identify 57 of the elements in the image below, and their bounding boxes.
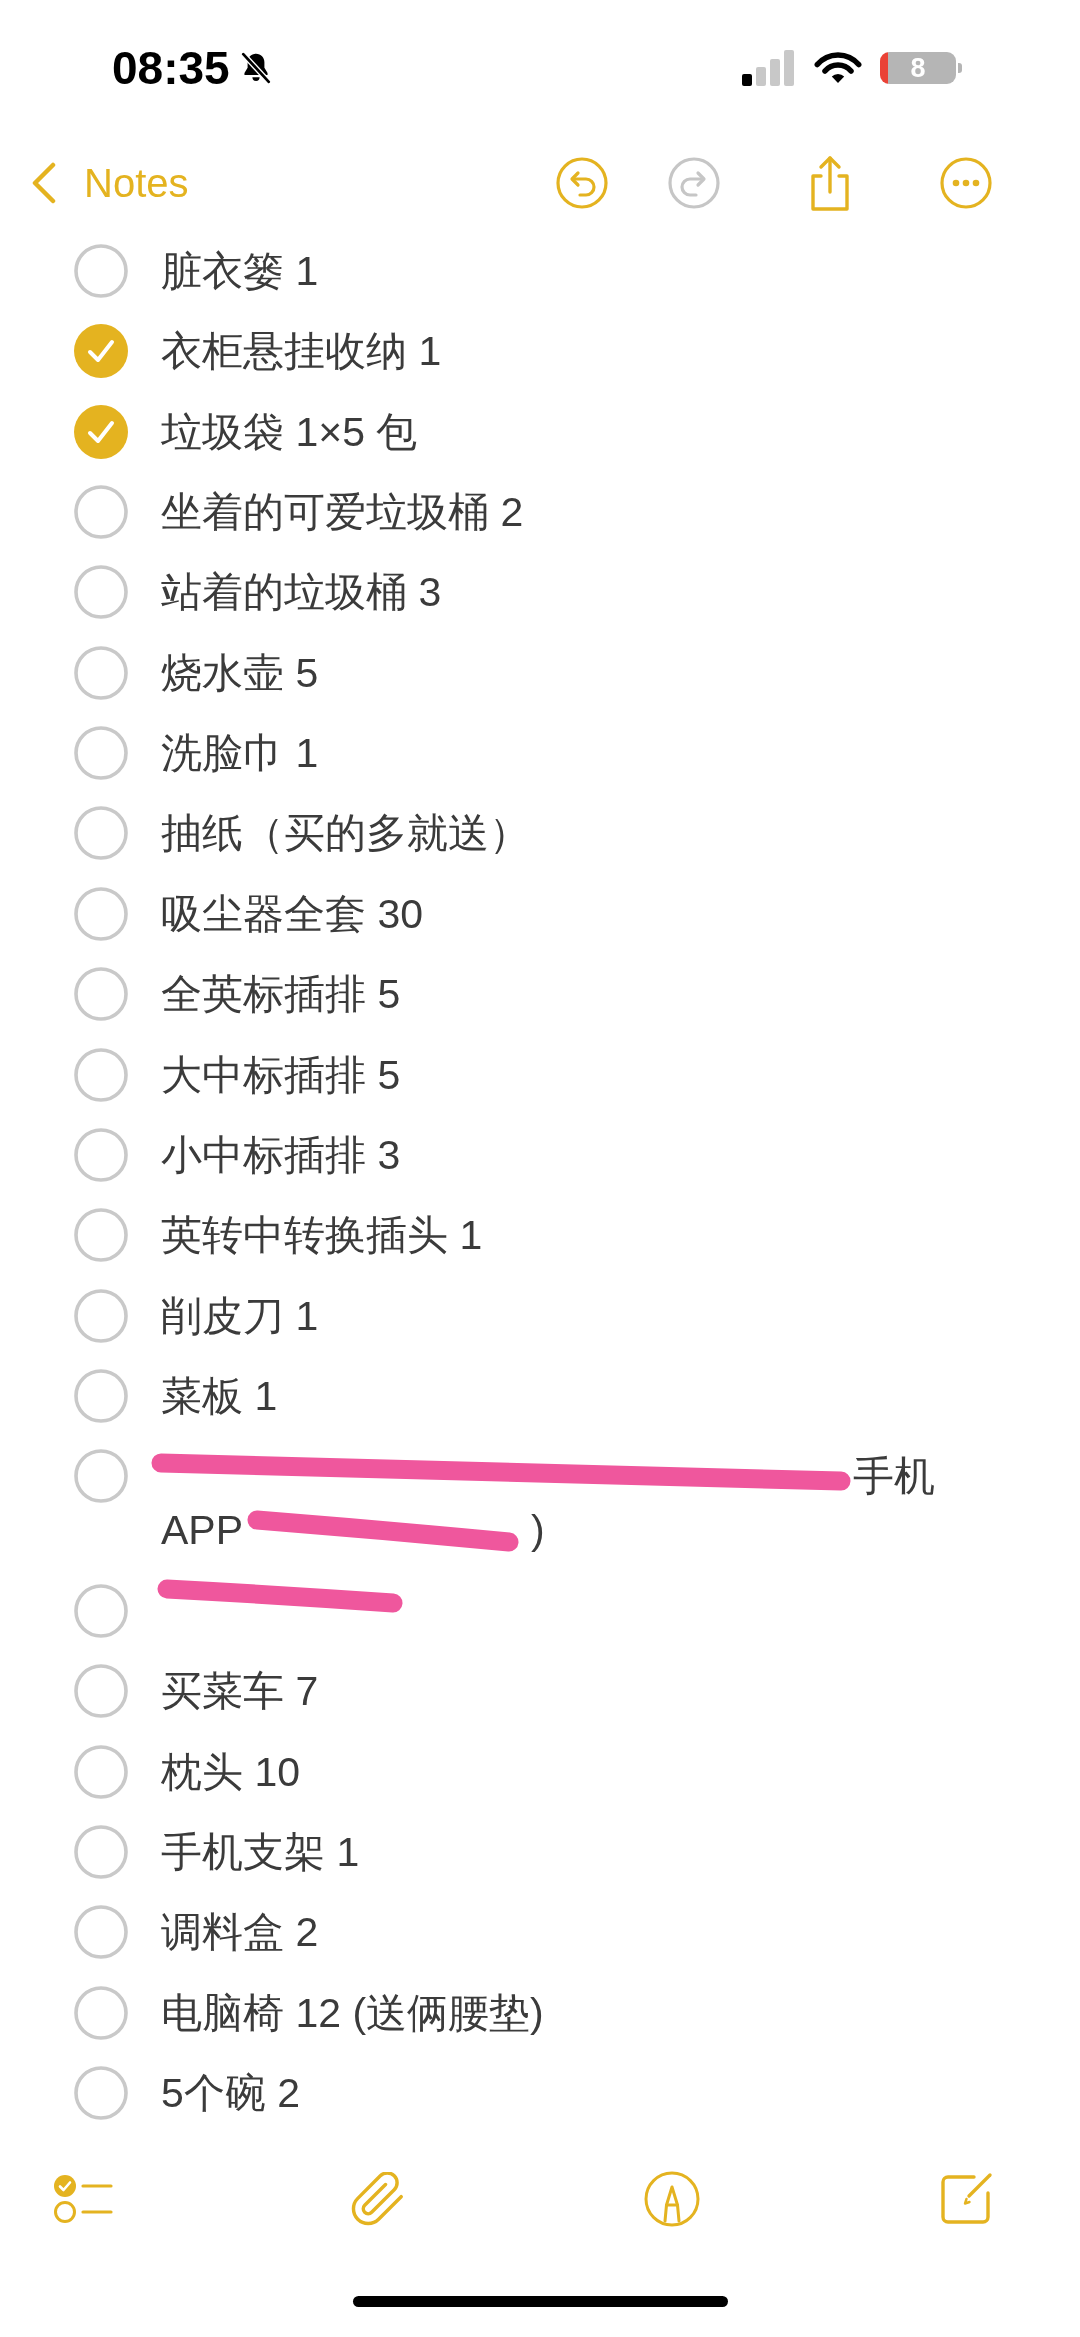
checkbox[interactable] bbox=[74, 1664, 128, 1719]
chevron-left-icon bbox=[30, 162, 58, 205]
paperclip-icon[interactable] bbox=[351, 2172, 406, 2227]
checkbox[interactable] bbox=[74, 565, 128, 620]
checklist-item-text: 菜板 1 bbox=[161, 1372, 278, 1422]
checklist-item-text: APP bbox=[161, 1506, 244, 1556]
checkbox[interactable] bbox=[74, 1905, 128, 1960]
pen-tip-icon[interactable] bbox=[643, 2171, 700, 2228]
checkbox[interactable] bbox=[74, 1449, 128, 1504]
checklist-item-text: 站着的垃圾桶 3 bbox=[161, 568, 442, 618]
checklist-item-text: 枕头 10 bbox=[161, 1747, 300, 1797]
checkbox[interactable] bbox=[74, 324, 128, 379]
checkbox[interactable] bbox=[74, 1127, 128, 1182]
wifi-icon bbox=[814, 51, 862, 85]
checkbox[interactable] bbox=[74, 2066, 128, 2121]
undo-icon[interactable] bbox=[556, 157, 608, 210]
checkbox[interactable] bbox=[74, 1985, 128, 2040]
checklist-item-text: ) bbox=[531, 1506, 545, 1556]
checklist-item-text: 全英标插排 5 bbox=[161, 970, 401, 1020]
checklist-item-text: 英转中转换插头 1 bbox=[161, 1211, 483, 1261]
checklist-item-text: 手机支架 1 bbox=[161, 1827, 360, 1877]
checklist-item-text: 电脑椅 12 (送俩腰垫) bbox=[161, 1988, 544, 2038]
checklist-item-text: 衣柜悬挂收纳 1 bbox=[161, 327, 442, 377]
back-button[interactable]: Notes bbox=[30, 161, 189, 206]
checkbox[interactable] bbox=[74, 1583, 128, 1638]
checklist-item-text: 小中标插排 3 bbox=[161, 1130, 401, 1180]
checkbox[interactable] bbox=[74, 967, 128, 1022]
checklist-item-text: 吸尘器全套 30 bbox=[161, 889, 423, 939]
checklist-item-text: 抽纸（买的多就送） bbox=[161, 809, 530, 859]
checklist-item-text: 洗脸巾 1 bbox=[161, 729, 319, 779]
checklist-item-text: 烧水壶 5 bbox=[161, 648, 319, 698]
checkbox[interactable] bbox=[74, 1369, 128, 1424]
checklist-item-text: 坐着的可爱垃圾桶 2 bbox=[161, 487, 524, 537]
checkbox[interactable] bbox=[74, 243, 128, 298]
checklist-item-text: 垃圾袋 1×5 包 bbox=[161, 407, 418, 457]
checklist-item-text: 大中标插排 5 bbox=[161, 1050, 401, 1100]
checkbox[interactable] bbox=[74, 484, 128, 539]
checkbox[interactable] bbox=[74, 1208, 128, 1263]
checkbox[interactable] bbox=[74, 1288, 128, 1343]
checklist-item-text: 5个碗 2 bbox=[161, 2069, 300, 2119]
checkbox[interactable] bbox=[74, 1744, 128, 1799]
checklist-item-text: 脏衣篓 1 bbox=[161, 246, 319, 296]
checklist-item-text: 手机 bbox=[853, 1452, 935, 1502]
checkbox[interactable] bbox=[74, 404, 128, 459]
checklist-item-text: 买菜车 7 bbox=[161, 1667, 319, 1717]
checkbox[interactable] bbox=[74, 1047, 128, 1102]
signal-icon bbox=[742, 50, 796, 86]
checkbox[interactable] bbox=[74, 1824, 128, 1879]
checklist-icon[interactable] bbox=[53, 2174, 113, 2225]
checkbox[interactable] bbox=[74, 886, 128, 941]
more-icon[interactable] bbox=[940, 157, 992, 210]
checkbox[interactable] bbox=[74, 806, 128, 861]
checklist-item-text: 削皮刀 1 bbox=[161, 1291, 319, 1341]
checkbox[interactable] bbox=[74, 645, 128, 700]
checklist-item-text: 调料盒 2 bbox=[161, 1908, 319, 1958]
clock-time: 08:35 bbox=[112, 43, 230, 93]
checkbox[interactable] bbox=[74, 726, 128, 781]
